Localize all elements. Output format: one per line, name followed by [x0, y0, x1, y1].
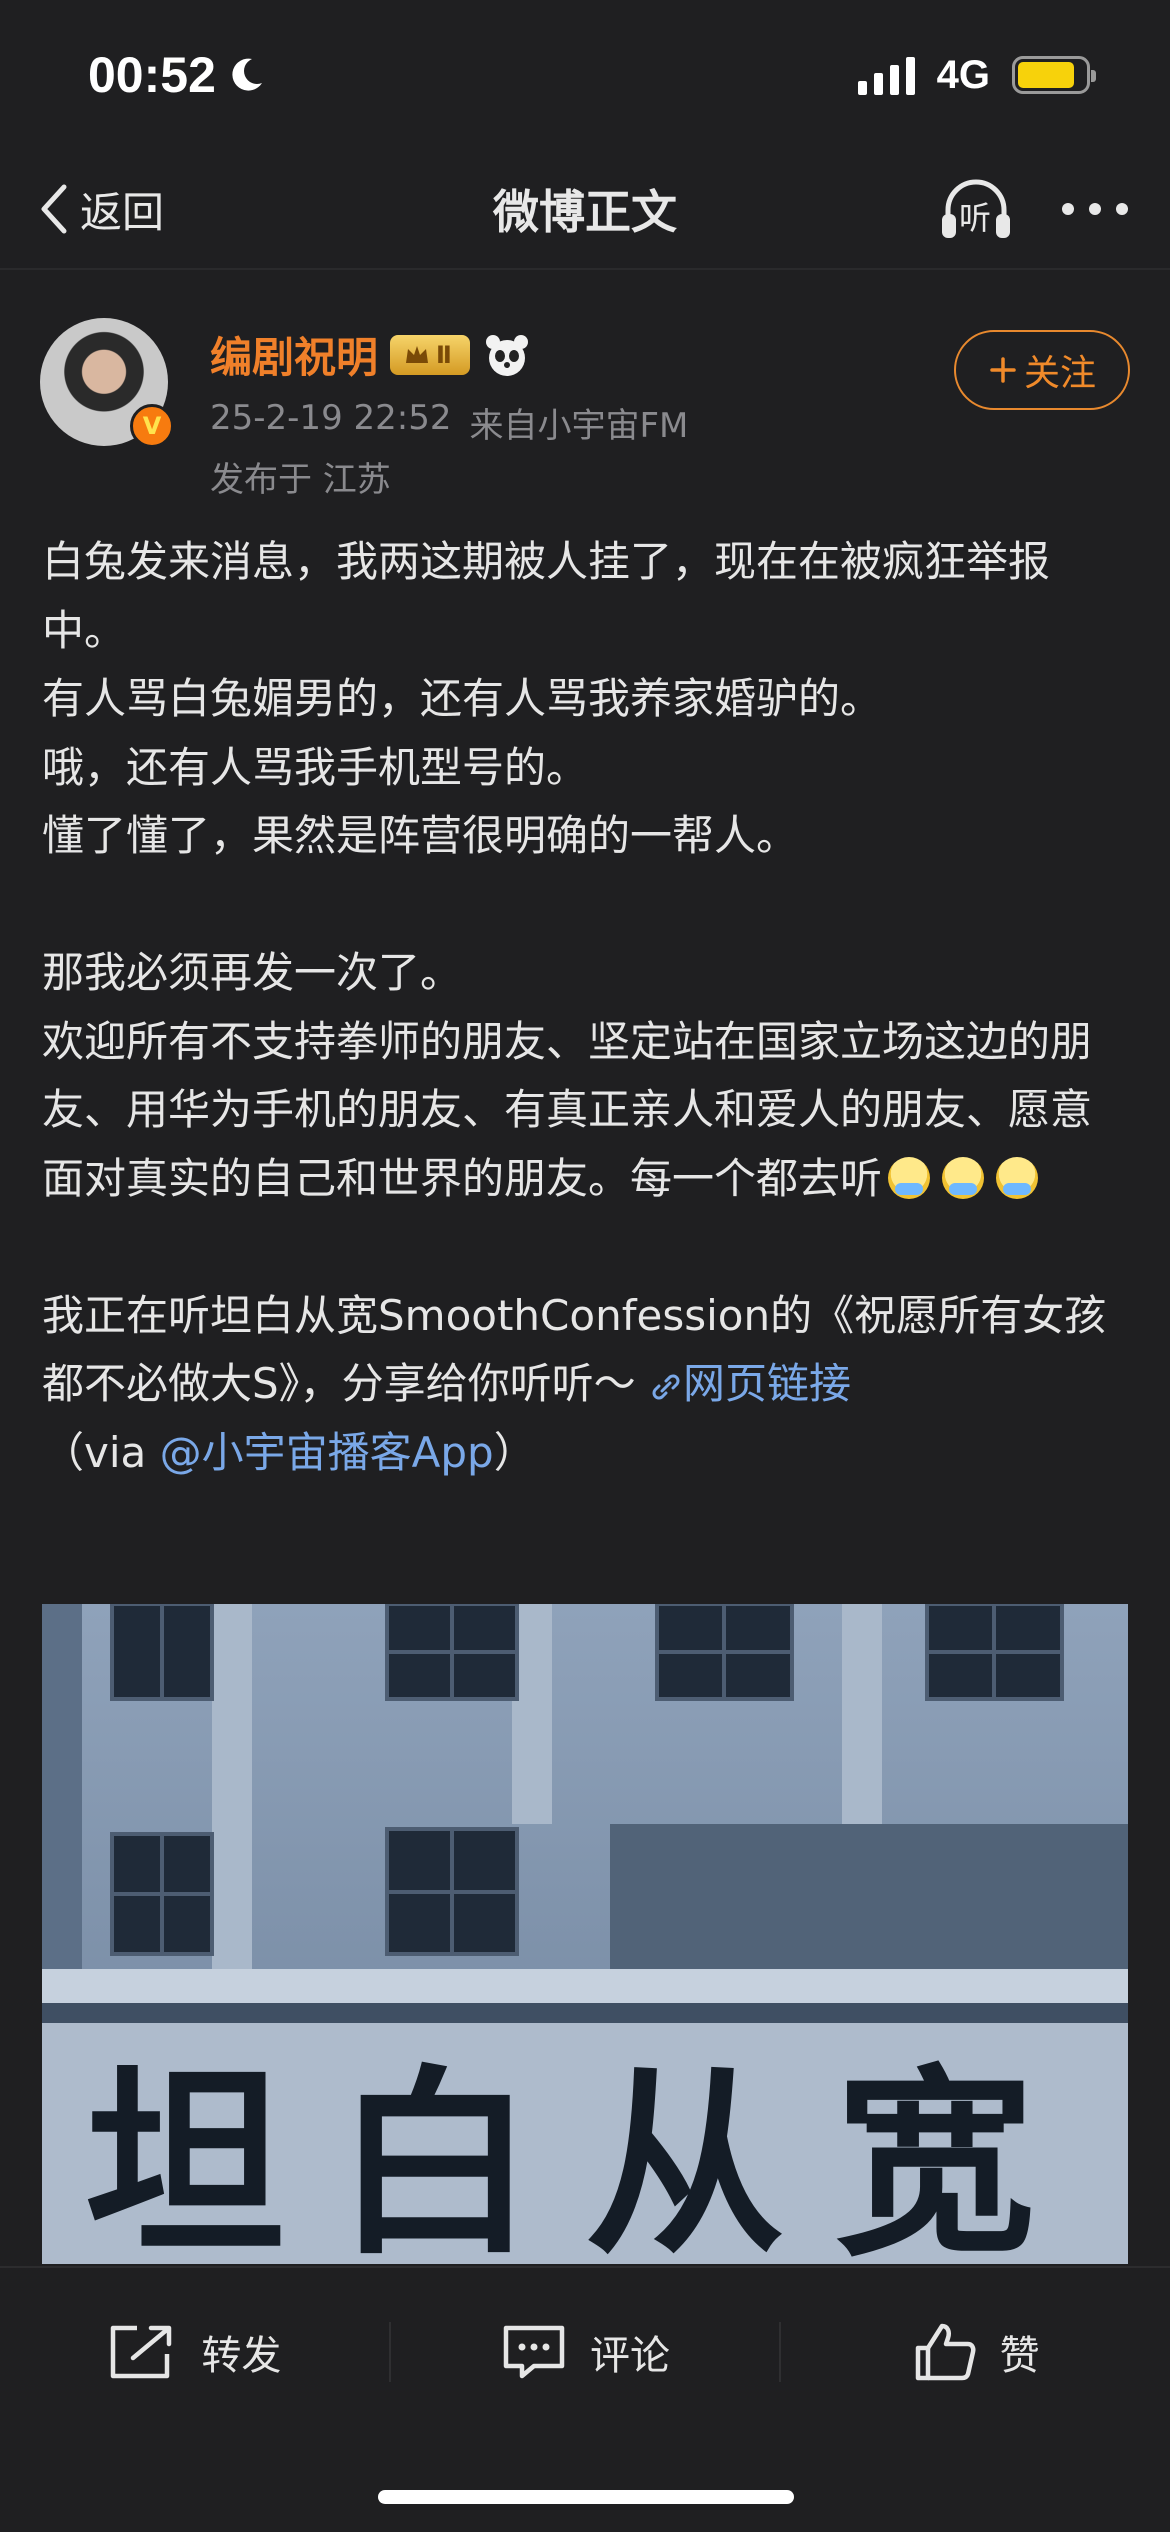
post-source: 来自小宇宙FM — [469, 406, 689, 446]
post-location: 发布于 江苏 — [210, 460, 391, 500]
plus-icon — [990, 357, 1016, 383]
status-bar: 00:52 4G — [0, 0, 1170, 150]
clock: 00:52 — [88, 46, 266, 104]
like-button[interactable]: 赞 — [781, 2320, 1170, 2384]
comment-label: 评论 — [590, 2333, 670, 2379]
more-icon[interactable] — [1060, 199, 1130, 219]
repost-button[interactable]: 转发 — [0, 2322, 389, 2382]
link-icon — [652, 1374, 680, 1400]
comment-icon — [503, 2325, 565, 2379]
listen-label: 听 — [959, 199, 992, 237]
back-label: 返回 — [80, 187, 165, 237]
post-image[interactable]: 坦白从宽 — [42, 1604, 1128, 2264]
clock-time: 00:52 — [88, 47, 216, 103]
author-name[interactable]: 编剧祝明 — [210, 324, 378, 385]
author-header: V 编剧祝明 Ⅱ 25-2-19 22:52 来自小宇宙FM 发布于 江苏 关注 — [40, 318, 1130, 500]
listen-button[interactable]: 听 — [938, 174, 1014, 244]
post-timestamp: 25-2-19 22:52 — [210, 398, 452, 438]
verified-badge: V — [130, 404, 174, 448]
nav-bar: 返回 微博正文 听 — [0, 150, 1170, 270]
crown-icon — [406, 345, 429, 363]
follow-button[interactable]: 关注 — [954, 330, 1130, 410]
post-meta: 25-2-19 22:52 来自小宇宙FM — [210, 398, 688, 447]
emoji-icon — [888, 1156, 931, 1199]
network-label: 4G — [936, 52, 990, 97]
status-indicators: 4G — [857, 52, 1096, 98]
building-photo: 坦白从宽 — [42, 1604, 1128, 2264]
repost-label: 转发 — [201, 2333, 282, 2379]
web-link[interactable]: 网页链接 — [649, 1359, 851, 1408]
mention-link[interactable]: @小宇宙播客App — [160, 1428, 494, 1477]
chevron-left-icon — [41, 184, 67, 234]
home-indicator[interactable] — [378, 2490, 794, 2504]
nav-actions: 听 — [938, 174, 1130, 244]
action-bar: 转发 评论 赞 — [0, 2266, 1170, 2436]
signal-icon — [857, 55, 915, 95]
post-paragraph-3: 我正在听坦白从宽SmoothConfession的《祝愿所有女孩都不必做大S》，… — [42, 1290, 1107, 1409]
comment-button[interactable]: 评论 — [391, 2322, 780, 2382]
post-paragraph-1: 白兔发来消息，我两这期被人挂了，现在在被疯狂举报中。 有人骂白兔媚男的，还有人骂… — [42, 537, 1051, 860]
moon-icon — [232, 58, 262, 91]
web-link-label: 网页链接 — [683, 1359, 852, 1408]
follow-label: 关注 — [1023, 353, 1096, 394]
member-level: Ⅱ — [436, 340, 452, 369]
thumbs-up-icon — [915, 2323, 976, 2381]
share-icon — [111, 2325, 172, 2379]
emoji-icon — [942, 1156, 985, 1199]
like-label: 赞 — [999, 2333, 1040, 2379]
emoji-icon — [996, 1156, 1039, 1199]
back-button[interactable]: 返回 — [34, 179, 164, 240]
author-name-row: 编剧祝明 Ⅱ — [210, 324, 532, 385]
battery-icon — [1012, 56, 1096, 94]
battery-level — [1018, 62, 1075, 88]
sign-text: 坦白从宽 — [85, 2049, 1085, 2264]
post-body: 白兔发来消息，我两这期被人挂了，现在在被疯狂举报中。 有人骂白兔媚男的，还有人骂… — [42, 528, 1132, 1487]
via-open: （via — [42, 1427, 160, 1477]
via-close: ） — [493, 1427, 536, 1477]
panda-icon — [485, 334, 528, 376]
post-paragraph-2: 那我必须再发一次了。 欢迎所有不支持拳师的朋友、坚定站在国家立场这边的朋友、用华… — [42, 948, 1093, 1203]
member-level-badge[interactable]: Ⅱ — [390, 334, 470, 375]
